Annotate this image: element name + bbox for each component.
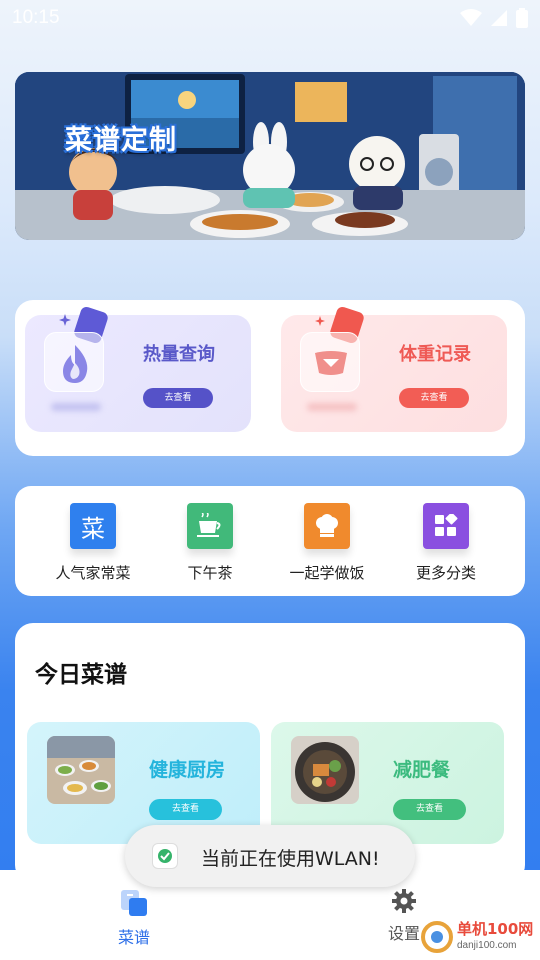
diet-meal-image — [291, 736, 359, 804]
toast-text: 当前正在使用WLAN! — [201, 848, 380, 870]
app-icon — [152, 843, 178, 869]
healthy-kitchen-title: 健康厨房 — [149, 759, 226, 781]
status-icons — [460, 8, 528, 28]
fire-icon — [63, 345, 88, 383]
healthy-kitchen-image — [47, 736, 115, 804]
banner-title: 菜谱定制 — [65, 125, 177, 156]
scale-icon — [315, 351, 347, 375]
wlan-toast: 当前正在使用WLAN! — [125, 825, 415, 887]
nav-item-recipes[interactable]: 菜谱 — [94, 888, 174, 948]
calorie-view-button[interactable]: 去查看 — [143, 388, 213, 408]
recipe-icon — [121, 890, 147, 916]
category-label: 更多分类 — [415, 564, 476, 582]
weight-view-button[interactable]: 去查看 — [399, 388, 469, 408]
dish-icon: 菜 — [70, 503, 116, 549]
weight-record-title: 体重记录 — [399, 344, 471, 365]
calorie-query-title: 热量查询 — [143, 344, 215, 365]
diet-meal-title: 减肥餐 — [393, 759, 451, 781]
sparkle-icon — [59, 314, 71, 326]
gear-icon — [392, 889, 416, 913]
blur-decoration — [51, 403, 101, 411]
category-label: 下午茶 — [187, 564, 233, 582]
diet-meal-view-button[interactable]: 去查看 — [393, 799, 466, 820]
grid-icon — [423, 503, 469, 549]
chef-hat-icon — [304, 503, 350, 549]
signal-icon — [491, 10, 507, 26]
wifi-icon — [460, 9, 482, 26]
watermark-title: 单机100网 — [457, 920, 534, 938]
today-recipes-title: 今日菜谱 — [35, 662, 127, 688]
nav-label-recipes: 菜谱 — [117, 928, 150, 947]
calorie-query-card[interactable]: 热量查询 去查看 — [25, 305, 251, 432]
feature-card: 热量查询 去查看 体重记录 去查看 — [15, 300, 525, 456]
battery-icon — [516, 8, 528, 28]
category-label: 一起学做饭 — [289, 564, 365, 582]
site-logo — [421, 921, 453, 953]
fire-icon-box — [44, 332, 104, 392]
status-time: 10:15 — [12, 7, 60, 28]
category-learn-cooking[interactable]: 一起学做饭 — [272, 503, 382, 583]
watermark-url: danji100.com — [457, 940, 517, 951]
category-label: 人气家常菜 — [55, 564, 131, 582]
site-watermark: 单机100网 danji100.com — [420, 916, 540, 960]
category-more[interactable]: 更多分类 — [391, 503, 501, 583]
status-bar: 10:15 — [0, 0, 540, 36]
scale-icon-box — [300, 332, 360, 392]
category-bar: 菜 人气家常菜 下午茶 一起学做饭 更多分类 — [15, 486, 525, 596]
tea-cup-icon — [187, 503, 233, 549]
category-afternoon-tea[interactable]: 下午茶 — [155, 503, 265, 583]
weight-record-card[interactable]: 体重记录 去查看 — [281, 305, 507, 432]
category-home-dishes[interactable]: 菜 人气家常菜 — [38, 503, 148, 583]
recipe-custom-banner[interactable]: 菜谱定制 — [15, 72, 525, 240]
sparkle-icon — [315, 316, 325, 326]
blur-decoration — [307, 403, 357, 411]
healthy-kitchen-view-button[interactable]: 去查看 — [149, 799, 222, 820]
